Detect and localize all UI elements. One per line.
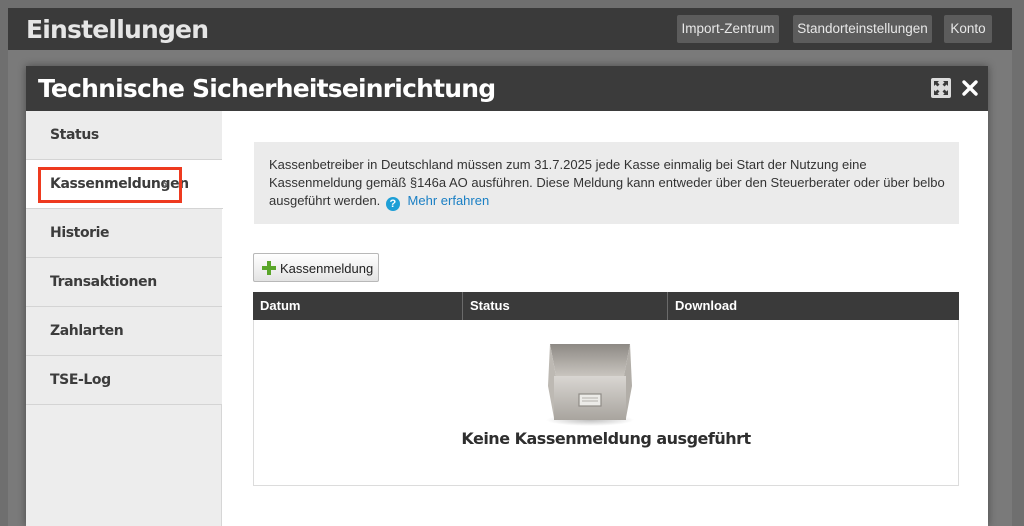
column-header-status[interactable]: Status xyxy=(462,292,667,320)
table-header: Datum Status Download xyxy=(253,292,959,320)
help-icon[interactable]: ? xyxy=(385,197,400,211)
close-icon[interactable] xyxy=(960,78,980,98)
learn-more-link[interactable]: Mehr erfahren xyxy=(408,193,490,208)
expand-icon[interactable] xyxy=(931,78,951,98)
sidebar-item-label: TSE-Log xyxy=(50,372,111,388)
kassenmeldungen-table: Datum Status Download Keine Kassenmeldun… xyxy=(253,292,959,486)
info-line: Kassenbetreiber in Deutschland müssen zu… xyxy=(269,157,867,172)
info-box: Kassenbetreiber in Deutschland müssen zu… xyxy=(254,142,959,224)
sidebar-item-label: Status xyxy=(50,127,99,143)
top-app-bar: Einstellungen Import-Zentrum Standortein… xyxy=(8,8,1012,50)
plus-icon xyxy=(262,261,276,275)
sidebar-item-label: Historie xyxy=(50,225,110,241)
dialog-title: Technische Sicherheitseinrichtung xyxy=(38,74,496,103)
info-line: ausgeführt werden. xyxy=(269,193,381,208)
sidebar-item-historie[interactable]: Historie xyxy=(26,209,222,258)
sidebar-item-tse-log[interactable]: TSE-Log xyxy=(26,356,222,405)
empty-state-text: Keine Kassenmeldung ausgeführt xyxy=(461,429,751,448)
info-text: Kassenbetreiber in Deutschland müssen zu… xyxy=(269,156,949,211)
account-button[interactable]: Konto xyxy=(944,15,992,43)
sidebar: Status Kassenmeldungen › Historie Transa… xyxy=(26,111,223,526)
dialog-header: Technische Sicherheitseinrichtung xyxy=(26,66,988,111)
sidebar-item-label: Zahlarten xyxy=(50,323,124,339)
app-title: Einstellungen xyxy=(26,15,209,44)
info-line-last: ausgeführt werden. ? Mehr erfahren xyxy=(269,192,949,211)
sidebar-item-transaktionen[interactable]: Transaktionen xyxy=(26,258,222,307)
import-center-button[interactable]: Import-Zentrum xyxy=(677,15,779,43)
highlight-box xyxy=(38,167,182,203)
sidebar-item-kassenmeldungen[interactable]: Kassenmeldungen › xyxy=(26,160,223,209)
sidebar-item-label: Transaktionen xyxy=(50,274,157,290)
sidebar-item-status[interactable]: Status xyxy=(26,111,222,160)
empty-drawer-icon xyxy=(544,340,636,426)
column-header-download[interactable]: Download xyxy=(667,292,959,320)
column-header-datum[interactable]: Datum xyxy=(253,292,462,320)
add-button-label: Kassenmeldung xyxy=(280,261,374,276)
sidebar-item-zahlarten[interactable]: Zahlarten xyxy=(26,307,222,356)
info-line: Kassenmeldung gemäß §146a AO ausführen. … xyxy=(269,175,945,190)
add-kassenmeldung-button[interactable]: Kassenmeldung xyxy=(253,253,379,282)
tse-dialog: Technische Sicherheitseinrichtung Status… xyxy=(26,66,988,526)
location-settings-button[interactable]: Standorteinstellungen xyxy=(793,15,932,43)
